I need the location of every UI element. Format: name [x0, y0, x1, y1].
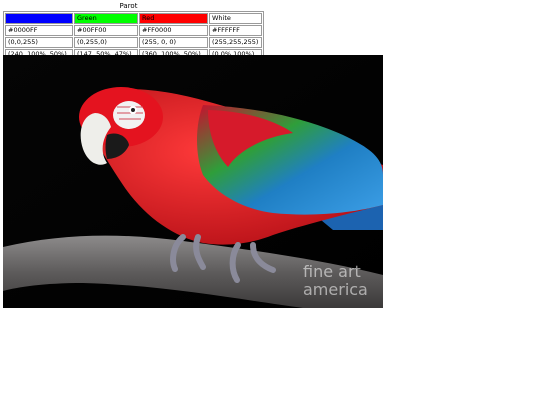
color-name-white: White: [212, 14, 231, 22]
color-name-green: Green: [77, 14, 97, 22]
color-name-cell: Red: [139, 13, 208, 24]
table-row: #0000FF #00FF00 #FF0000 #FFFFFF: [5, 25, 262, 36]
table-caption: Parot: [119, 2, 138, 10]
hex-cell: #00FF00: [74, 25, 138, 36]
rgb-cell: (255, 0, 0): [139, 37, 208, 48]
table-row: (0,0,255) (0,255,0) (255, 0, 0) (255,255…: [5, 37, 262, 48]
table-row: Blue Green Red White: [5, 13, 262, 24]
hex-cell: #FFFFFF: [209, 25, 262, 36]
watermark-line-2: america: [303, 280, 368, 299]
rgb-cell: (255,255,255): [209, 37, 262, 48]
color-name-red: Red: [142, 14, 155, 22]
rgb-cell: (0,0,255): [5, 37, 73, 48]
hex-cell: #FF0000: [139, 25, 208, 36]
watermark-line-1: fine art: [303, 262, 361, 281]
hex-cell: #0000FF: [5, 25, 73, 36]
color-name-blue: Blue: [8, 14, 23, 22]
color-name-cell: Blue: [5, 13, 73, 24]
color-name-cell: Green: [74, 13, 138, 24]
color-name-cell: White: [209, 13, 262, 24]
parrot-photo: fine art america: [3, 55, 383, 308]
rgb-cell: (0,255,0): [74, 37, 138, 48]
